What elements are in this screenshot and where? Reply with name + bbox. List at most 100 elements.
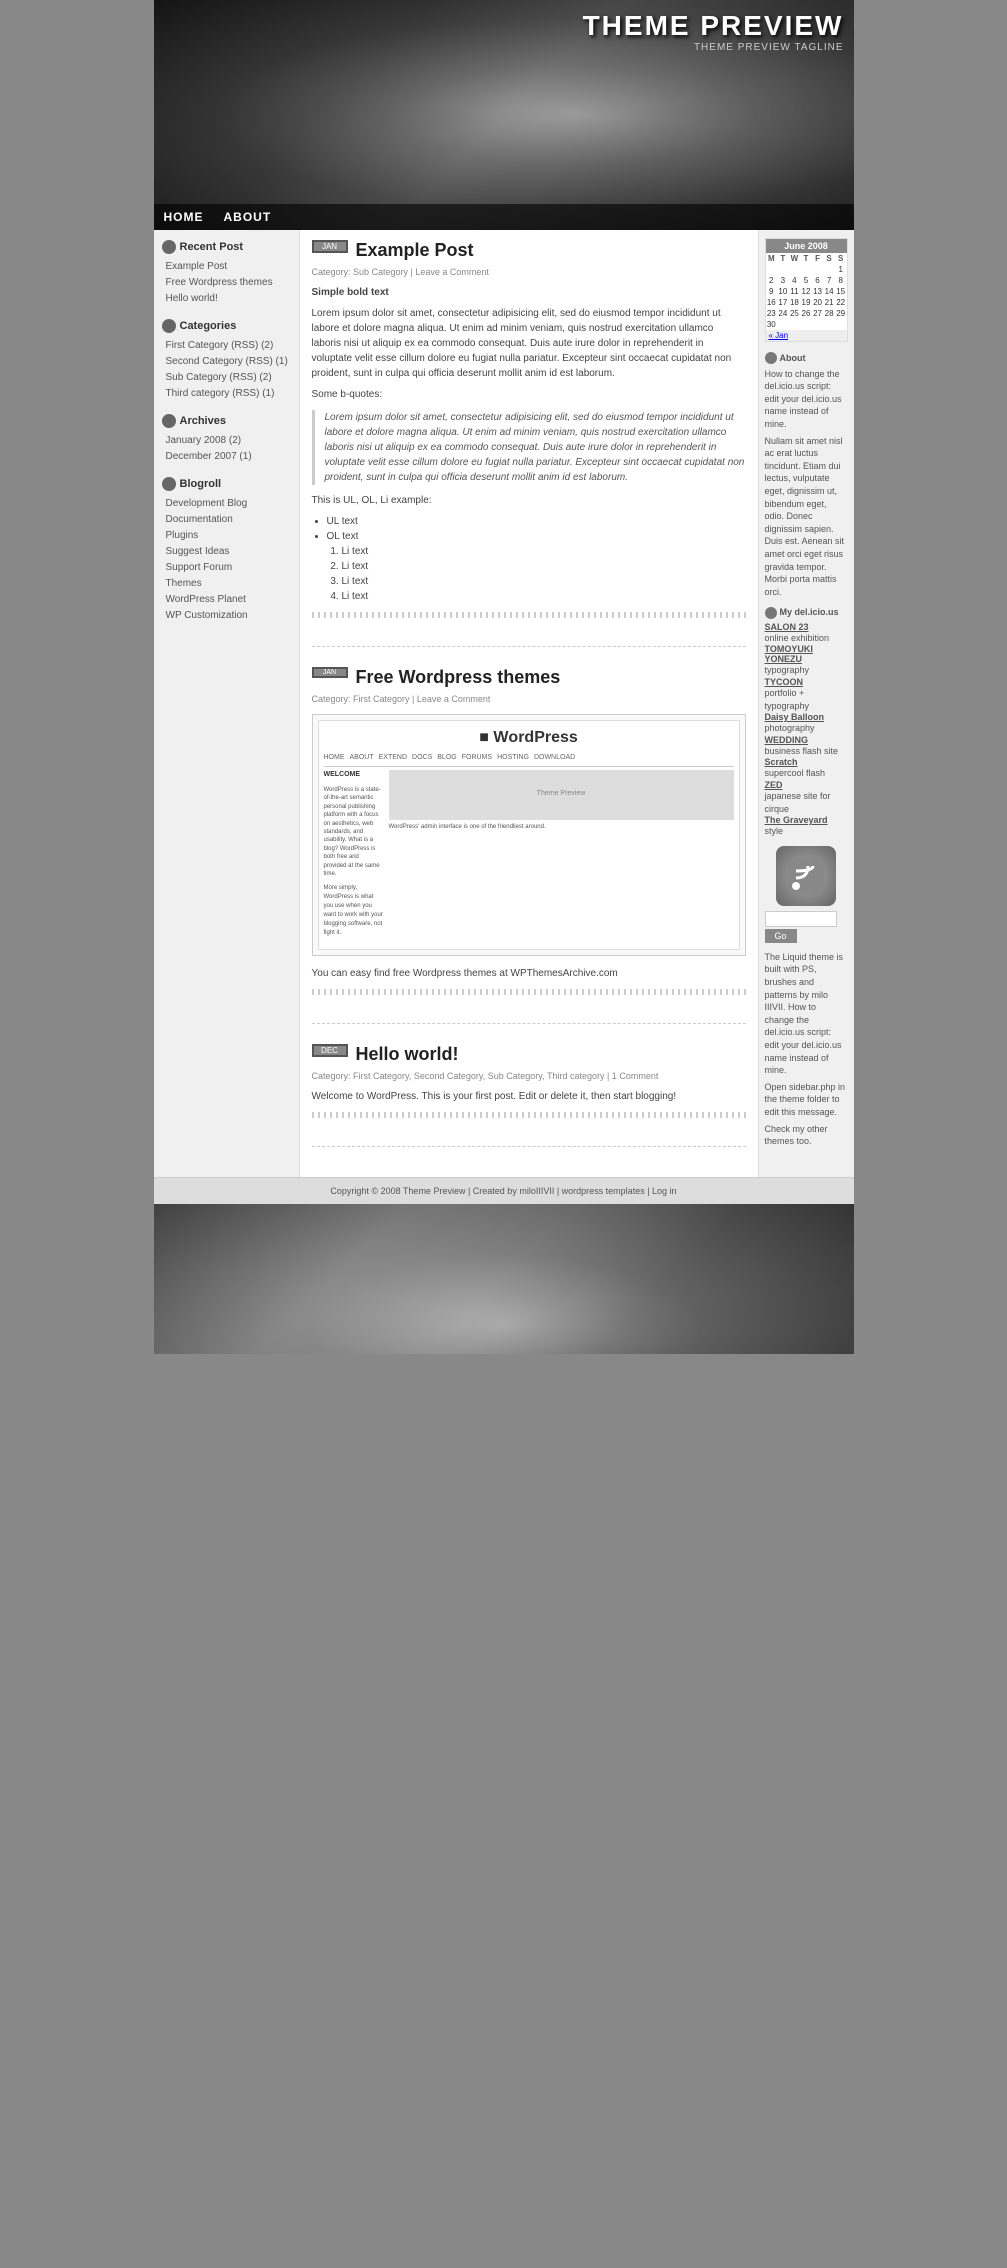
post-divider: [312, 989, 746, 995]
delicious-item-link[interactable]: TYCOON: [765, 677, 848, 687]
list-item: First Category (RSS) (2): [166, 338, 291, 354]
cal-header: S: [823, 253, 835, 264]
archives-list: January 2008 (2) December 2007 (1): [162, 433, 291, 465]
site-title-block: THEME PREVIEW THEME PREVIEW TAGLINE: [583, 10, 844, 53]
rsidebar-delicious: My del.icio.us SALON 23 online exhibitio…: [765, 606, 848, 838]
about-text-2: Nullam sit amet nisl ac erat luctus tinc…: [765, 435, 848, 599]
cal-day: 29: [835, 308, 847, 319]
category-link[interactable]: Second Category (RSS) (1): [166, 354, 291, 370]
list-item: OL text Li text Li text Li text Li text: [327, 529, 746, 604]
footer: Copyright © 2008 Theme Preview | Created…: [154, 1177, 854, 1204]
archive-link[interactable]: December 2007 (1): [166, 449, 291, 465]
bottom-text-1: The Liquid theme is built with PS, brush…: [765, 951, 848, 1077]
ol-list: Li text Li text Li text Li text: [342, 544, 746, 604]
sidebar-archives: Archives January 2008 (2) December 2007 …: [162, 414, 291, 465]
blogroll-link[interactable]: Suggest Ideas: [166, 544, 291, 560]
post-date: DEC: [312, 1044, 348, 1057]
cal-day: 10: [777, 286, 789, 297]
bottom-decoration: [154, 1204, 854, 1354]
list-item: Free Wordpress themes: [166, 275, 291, 291]
list-item: Plugins: [166, 528, 291, 544]
wp-description: You can easy find free Wordpress themes …: [312, 966, 746, 981]
post-divider: [312, 612, 746, 618]
list-item: UL text: [327, 514, 746, 529]
sidebar-recent-posts: Recent Post Example Post Free Wordpress …: [162, 240, 291, 307]
search-button[interactable]: Go: [765, 929, 797, 943]
footer-text: Copyright © 2008 Theme Preview | Created…: [162, 1186, 846, 1196]
recent-post-link[interactable]: Free Wordpress themes: [166, 275, 291, 291]
category-link[interactable]: First Category (RSS) (2): [166, 338, 291, 354]
calendar-title: June 2008: [766, 239, 847, 253]
sidebar-categories-title: Categories: [162, 319, 291, 333]
search-input[interactable]: [765, 911, 837, 927]
delicious-item-link[interactable]: WEDDING: [765, 735, 848, 745]
list-item: Suggest Ideas: [166, 544, 291, 560]
site-title: THEME PREVIEW: [583, 10, 844, 42]
cal-header: T: [777, 253, 789, 264]
list-item: Third category (RSS) (1): [166, 386, 291, 402]
blogroll-link[interactable]: Documentation: [166, 512, 291, 528]
list-item: Themes: [166, 576, 291, 592]
cal-day: 13: [812, 286, 824, 297]
about-icon: [765, 352, 777, 364]
blogroll-link[interactable]: Plugins: [166, 528, 291, 544]
cal-day: 1: [835, 264, 847, 275]
post-header: DEC Hello world!: [312, 1044, 746, 1065]
cal-day: 26: [800, 308, 812, 319]
blogroll-link[interactable]: WP Customization: [166, 608, 291, 624]
list-item: Li text: [342, 544, 746, 559]
ul-list: UL text OL text Li text Li text Li text …: [327, 514, 746, 604]
recent-post-link[interactable]: Example Post: [166, 259, 291, 275]
rss-icon[interactable]: [776, 846, 836, 906]
post-content: Simple bold text Lorem ipsum dolor sit a…: [312, 285, 746, 604]
cal-header: F: [812, 253, 824, 264]
list-item: Example Post: [166, 259, 291, 275]
list-item: December 2007 (1): [166, 449, 291, 465]
recent-icon: [162, 240, 176, 254]
recent-post-link[interactable]: Hello world!: [166, 291, 291, 307]
list-item: Sub Category (RSS) (2): [166, 370, 291, 386]
delicious-item-link[interactable]: Daisy Balloon: [765, 712, 848, 722]
blogroll-link[interactable]: Themes: [166, 576, 291, 592]
post-hello-world: DEC Hello world! Category: First Categor…: [312, 1044, 746, 1147]
wp-screenshot: ■ WordPress HOMEABOUTEXTENDDOCSBLOGFORUM…: [312, 714, 746, 956]
cal-header: M: [766, 253, 778, 264]
cal-day: 6: [812, 275, 824, 286]
delicious-item-link[interactable]: TOMOYUKI YONEZU: [765, 644, 848, 664]
rsidebar-delicious-title: My del.icio.us: [765, 606, 848, 619]
post-meta: Category: Sub Category | Leave a Comment: [312, 267, 746, 277]
list-item: Support Forum: [166, 560, 291, 576]
delicious-item-link[interactable]: The Graveyard: [765, 815, 848, 825]
delicious-item-sub: business flash site: [765, 745, 848, 758]
post-free-wp: JAN Free Wordpress themes Category: Firs…: [312, 667, 746, 1024]
site-tagline: THEME PREVIEW TAGLINE: [583, 42, 844, 53]
nav-about[interactable]: ABOUT: [224, 210, 272, 224]
rsidebar-about: About How to change the del.icio.us scri…: [765, 352, 848, 598]
blogroll-icon: [162, 477, 176, 491]
main-nav: HOME ABOUT: [154, 204, 854, 230]
blogroll-link[interactable]: WordPress Planet: [166, 592, 291, 608]
category-link[interactable]: Sub Category (RSS) (2): [166, 370, 291, 386]
categories-list: First Category (RSS) (2) Second Category…: [162, 338, 291, 402]
nav-home[interactable]: HOME: [164, 210, 204, 224]
bottom-text-2: Open sidebar.php in the theme folder to …: [765, 1081, 848, 1119]
cal-day: [777, 264, 789, 275]
blogroll-link[interactable]: Support Forum: [166, 560, 291, 576]
cal-header: T: [800, 253, 812, 264]
archive-link[interactable]: January 2008 (2): [166, 433, 291, 449]
category-link[interactable]: Third category (RSS) (1): [166, 386, 291, 402]
cal-prev[interactable]: « Jan: [769, 331, 789, 340]
post-divider: [312, 1112, 746, 1118]
delicious-item-link[interactable]: SALON 23: [765, 622, 848, 632]
post-content: Welcome to WordPress. This is your first…: [312, 1089, 746, 1104]
delicious-icon: [765, 607, 777, 619]
blogroll-link[interactable]: Development Blog: [166, 496, 291, 512]
main-wrapper: Recent Post Example Post Free Wordpress …: [154, 230, 854, 1177]
cal-day: [812, 264, 824, 275]
delicious-item-link[interactable]: ZED: [765, 780, 848, 790]
delicious-item-sub: online exhibition: [765, 632, 848, 645]
post-meta: Category: First Category | Leave a Comme…: [312, 694, 746, 704]
list-item: January 2008 (2): [166, 433, 291, 449]
sidebar-blogroll-title: Blogroll: [162, 477, 291, 491]
delicious-item-link[interactable]: Scratch: [765, 757, 848, 767]
